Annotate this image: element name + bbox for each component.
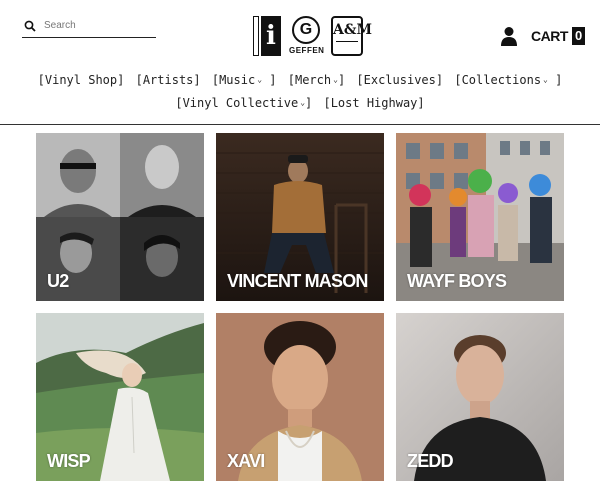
artist-card-u2[interactable]: U2 — [36, 133, 204, 301]
nav-vinyl-collective[interactable]: [Vinyl Collective ⌄] — [175, 96, 312, 110]
artist-name: XAVI — [227, 451, 265, 471]
chevron-down-icon: ⌄ — [257, 75, 263, 84]
nav-artists[interactable]: [Artists] — [136, 73, 201, 87]
nav-merch[interactable]: [Merch ⌄] — [288, 73, 345, 87]
search-input[interactable] — [44, 20, 144, 31]
cart-label: CART — [531, 28, 568, 44]
geffen-logo[interactable]: G GEFFEN — [289, 16, 324, 55]
nav-vinyl-shop[interactable]: [Vinyl Shop] — [38, 73, 125, 87]
main-nav-row-2: [Vinyl Collective ⌄] [Lost Highway] — [0, 96, 600, 110]
header-divider — [0, 124, 600, 125]
cart-count-badge: 0 — [571, 27, 585, 45]
artist-name: U2 — [47, 271, 69, 291]
artist-name: WISP — [47, 451, 91, 471]
search-field[interactable] — [22, 14, 156, 38]
artist-card-xavi[interactable]: XAVI — [216, 313, 384, 481]
main-nav-row-1: [Vinyl Shop] [Artists] [Music ⌄ ] [Merch ⌄… — [0, 73, 600, 87]
nav-music[interactable]: [Music ⌄ ] — [212, 73, 277, 87]
label-logos: i G GEFFEN A&M — [253, 16, 372, 56]
artist-name: VINCENT MASON — [227, 271, 368, 291]
artist-name: ZEDD — [407, 451, 454, 471]
nav-exclusives[interactable]: [Exclusives] — [356, 73, 443, 87]
artist-card-vincent-mason[interactable]: VINCENT MASON — [216, 133, 384, 301]
cart-button[interactable]: CART 0 — [531, 27, 585, 45]
artist-card-wisp[interactable]: WISP — [36, 313, 204, 481]
nav-collections[interactable]: [Collections ⌄ ] — [454, 73, 562, 87]
search-icon — [24, 20, 36, 32]
nav-lost-highway[interactable]: [Lost Highway] — [323, 96, 424, 110]
am-records-logo[interactable]: A&M — [331, 16, 372, 56]
chevron-down-icon: ⌄ — [543, 75, 548, 84]
artist-card-zedd[interactable]: ZEDD — [396, 313, 564, 481]
account-icon[interactable] — [500, 26, 518, 46]
interscope-logo[interactable]: i — [253, 16, 281, 56]
artist-name: WAYF BOYS — [407, 271, 507, 291]
artist-card-wayf-boys[interactable]: WAYF BOYS — [396, 133, 564, 301]
